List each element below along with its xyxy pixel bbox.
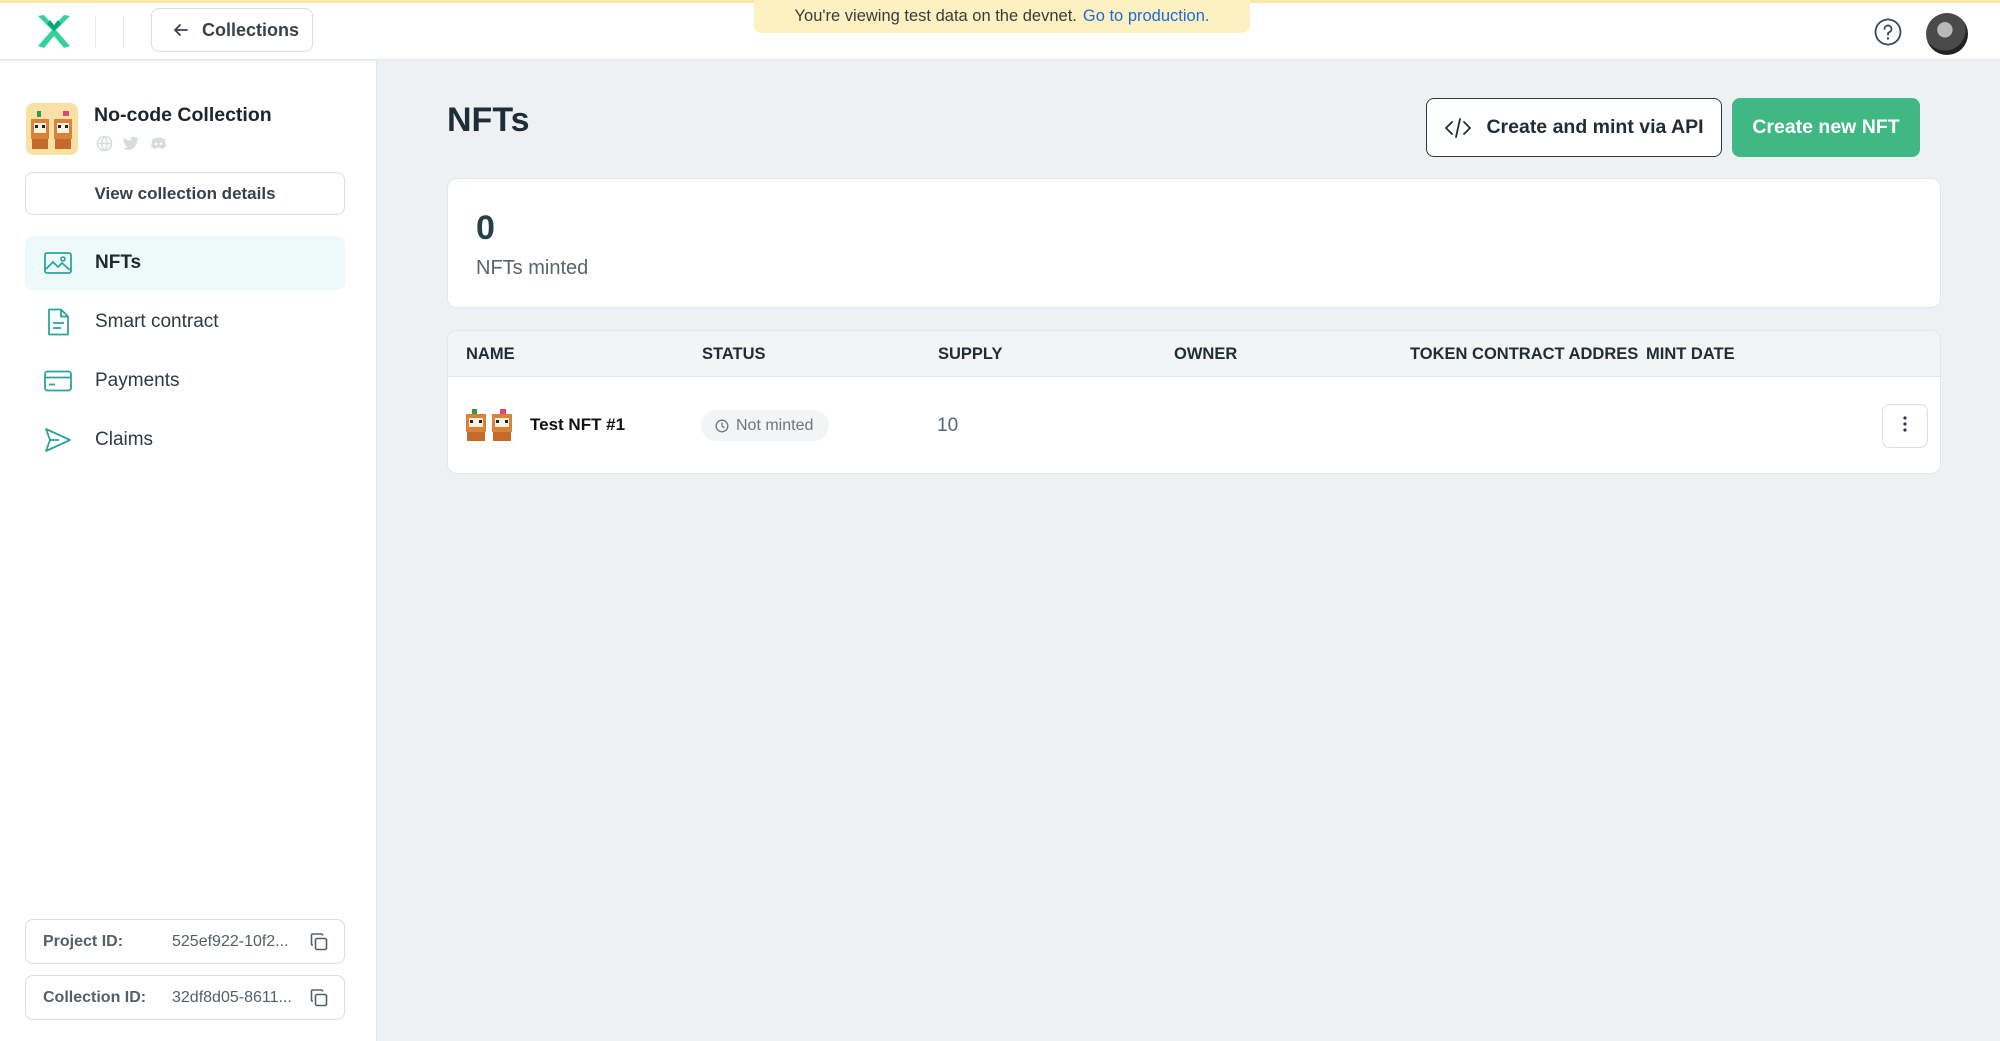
column-header-owner[interactable]: OWNER: [1174, 345, 1237, 364]
banner-text: You're viewing test data on the devnet.: [794, 7, 1077, 25]
nft-name[interactable]: Test NFT #1: [530, 415, 625, 435]
column-header-name[interactable]: NAME: [466, 345, 515, 364]
twitter-icon[interactable]: [123, 135, 140, 152]
table-row[interactable]: Test NFT #1 Not minted 10: [448, 378, 1940, 473]
send-icon: [43, 425, 73, 455]
globe-icon[interactable]: [96, 135, 113, 152]
sidebar-item-label: Smart contract: [95, 311, 219, 332]
top-bar: Collections You're viewing test data on …: [0, 0, 2000, 60]
divider: [123, 16, 124, 48]
collection-id-label: Collection ID:: [43, 988, 147, 1006]
collection-id-box: Collection ID: 32df8d05-8611...: [25, 975, 345, 1020]
nfts-minted-count: 0: [476, 209, 495, 247]
project-id-label: Project ID:: [43, 932, 124, 950]
sidebar-item-label: NFTs: [95, 252, 142, 273]
nfts-minted-card: 0 NFTs minted: [447, 178, 1941, 308]
column-header-supply[interactable]: SUPPLY: [938, 345, 1003, 364]
sidebar-item-label: Claims: [95, 429, 154, 450]
sidebar-item-smart-contract[interactable]: Smart contract: [25, 295, 345, 349]
credit-card-icon: [43, 366, 73, 396]
user-avatar[interactable]: [1926, 13, 1968, 55]
supply-value: 10: [937, 415, 959, 436]
sidebar-item-claims[interactable]: Claims: [25, 413, 345, 467]
more-vertical-icon: [1902, 415, 1908, 438]
discord-icon[interactable]: [150, 135, 167, 152]
view-collection-details-button[interactable]: View collection details: [25, 172, 345, 215]
column-header-status[interactable]: STATUS: [702, 345, 766, 364]
document-icon: [43, 307, 73, 337]
sidebar: No-code Collection View collection detai…: [0, 61, 377, 1041]
sidebar-item-payments[interactable]: Payments: [25, 354, 345, 408]
api-button-label: Create and mint via API: [1486, 116, 1704, 138]
code-icon: [1444, 117, 1472, 139]
create-new-nft-button[interactable]: Create new NFT: [1732, 98, 1920, 157]
collection-title: No-code Collection: [94, 104, 272, 126]
page-title: NFTs: [447, 101, 530, 139]
nfts-minted-label: NFTs minted: [476, 257, 589, 279]
help-icon[interactable]: [1874, 18, 1902, 46]
create-and-mint-via-api-button[interactable]: Create and mint via API: [1426, 98, 1722, 157]
back-button-label: Collections: [202, 19, 300, 40]
copy-icon[interactable]: [310, 932, 328, 951]
status-badge: Not minted: [701, 410, 830, 441]
column-header-mint-date[interactable]: MINT DATE: [1646, 345, 1735, 364]
row-actions-button[interactable]: [1882, 404, 1928, 448]
devnet-banner: You're viewing test data on the devnet. …: [754, 0, 1250, 33]
table-header: NAME STATUS SUPPLY OWNER TOKEN CONTRACT …: [448, 331, 1940, 377]
project-id-value: 525ef922-10f2...: [172, 932, 289, 950]
social-links: [96, 135, 167, 152]
go-to-production-link[interactable]: Go to production.: [1083, 7, 1210, 26]
back-to-collections-button[interactable]: Collections: [151, 8, 313, 52]
project-id-box: Project ID: 525ef922-10f2...: [25, 919, 345, 964]
sidebar-item-nfts[interactable]: NFTs: [25, 236, 345, 290]
image-icon: [43, 248, 73, 278]
divider: [95, 16, 96, 48]
app-logo-icon[interactable]: [34, 14, 74, 50]
collection-id-value: 32df8d05-8611...: [172, 988, 292, 1006]
sidebar-nav: NFTs Smart contract Payments Claims: [25, 236, 345, 472]
nft-table: NAME STATUS SUPPLY OWNER TOKEN CONTRACT …: [447, 330, 1941, 474]
collection-thumbnail: [26, 103, 78, 155]
copy-icon[interactable]: [310, 988, 328, 1007]
status-text: Not minted: [736, 416, 814, 434]
clock-icon: [715, 419, 729, 433]
column-header-token-contract-address[interactable]: TOKEN CONTRACT ADDRESS: [1410, 345, 1638, 364]
nft-thumbnail: [464, 408, 514, 442]
arrow-left-icon: [172, 21, 190, 39]
sidebar-item-label: Payments: [95, 370, 180, 391]
